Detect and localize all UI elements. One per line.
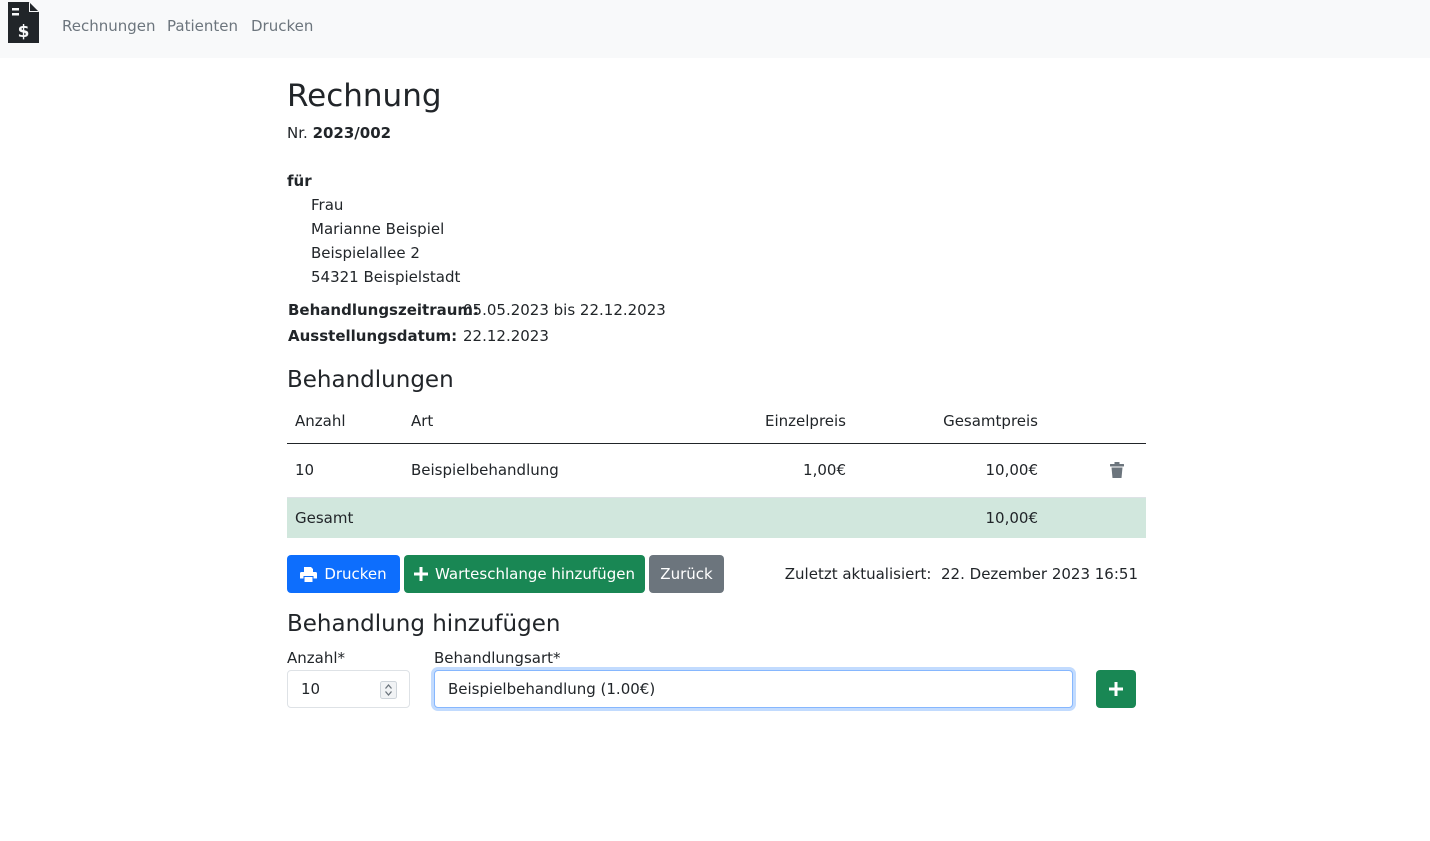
anzahl-label: Anzahl* xyxy=(287,649,346,667)
add-to-queue-label: Warteschlange hinzufügen xyxy=(435,565,635,583)
add-treatment-button[interactable] xyxy=(1096,670,1136,708)
nav-link-drucken[interactable]: Drucken xyxy=(251,17,313,35)
last-updated: Zuletzt aktualisiert: 22. Dezember 2023 … xyxy=(785,565,1138,583)
add-treatment-heading: Behandlung hinzufügen xyxy=(287,611,561,637)
behandlungsart-select[interactable]: Beispielbehandlung (1.00€) xyxy=(434,670,1073,708)
add-to-queue-button[interactable]: Warteschlange hinzufügen xyxy=(404,555,645,593)
recipient-label: für xyxy=(287,172,312,190)
invoice-number: 2023/002 xyxy=(312,124,392,142)
print-button[interactable]: Drucken xyxy=(287,555,400,593)
back-button[interactable]: Zurück xyxy=(649,555,724,593)
treatments-heading: Behandlungen xyxy=(287,367,454,393)
treatments-table: Anzahl Art Einzelpreis Gesamtpreis 10 Be… xyxy=(287,400,1146,538)
invoice-number-line: Nr. 2023/002 xyxy=(287,124,391,142)
svg-text:$: $ xyxy=(18,22,30,42)
plus-icon xyxy=(1109,682,1123,696)
trash-icon[interactable] xyxy=(1110,462,1124,478)
recipient-salutation: Frau xyxy=(311,196,344,214)
nav-link-patienten[interactable]: Patienten xyxy=(167,17,238,35)
table-row: 10 Beispielbehandlung 1,00€ 10,00€ xyxy=(287,443,1146,497)
print-button-label: Drucken xyxy=(324,565,387,583)
nav-link-rechnungen[interactable]: Rechnungen xyxy=(62,17,156,35)
navbar: $ Rechnungen Patienten Drucken xyxy=(0,0,1430,58)
issue-date-value: 22.12.2023 xyxy=(463,327,549,345)
row-anzahl: 10 xyxy=(295,461,315,479)
column-header-art: Art xyxy=(411,412,434,431)
behandlungsart-value: Beispielbehandlung (1.00€) xyxy=(448,680,656,698)
table-header-row: Anzahl Art Einzelpreis Gesamtpreis xyxy=(287,400,1146,443)
column-header-gesamtpreis: Gesamtpreis xyxy=(943,412,1038,431)
column-header-einzelpreis: Einzelpreis xyxy=(765,412,846,431)
back-button-label: Zurück xyxy=(660,565,713,583)
recipient-name: Marianne Beispiel xyxy=(311,220,445,238)
total-value: 10,00€ xyxy=(985,508,1039,527)
period-value: 05.05.2023 bis 22.12.2023 xyxy=(463,301,666,319)
recipient-street: Beispielallee 2 xyxy=(311,244,420,262)
anzahl-input-value: 10 xyxy=(301,680,321,698)
row-einzelpreis: 1,00€ xyxy=(803,461,846,479)
column-header-anzahl: Anzahl xyxy=(295,412,346,431)
period-label: Behandlungszeitraum: xyxy=(288,301,480,319)
invoice-dollar-icon[interactable]: $ xyxy=(8,2,39,43)
last-updated-label: Zuletzt aktualisiert: xyxy=(784,565,932,583)
issue-date-label: Ausstellungsdatum: xyxy=(288,327,458,345)
row-art: Beispielbehandlung xyxy=(411,461,559,479)
spinner-arrows-icon[interactable] xyxy=(380,681,397,699)
plus-icon xyxy=(414,567,429,581)
row-gesamtpreis: 10,00€ xyxy=(985,461,1039,479)
anzahl-stepper[interactable]: 10 xyxy=(287,670,410,708)
last-updated-value: 22. Dezember 2023 16:51 xyxy=(941,565,1138,583)
invoice-number-prefix: Nr. xyxy=(287,124,308,142)
behandlungsart-label: Behandlungsart* xyxy=(434,649,561,667)
recipient-city: 54321 Beispielstadt xyxy=(311,268,461,286)
printer-icon xyxy=(300,566,318,582)
total-label: Gesamt xyxy=(295,508,354,527)
page-title: Rechnung xyxy=(287,78,442,114)
total-row: Gesamt 10,00€ xyxy=(287,497,1146,538)
